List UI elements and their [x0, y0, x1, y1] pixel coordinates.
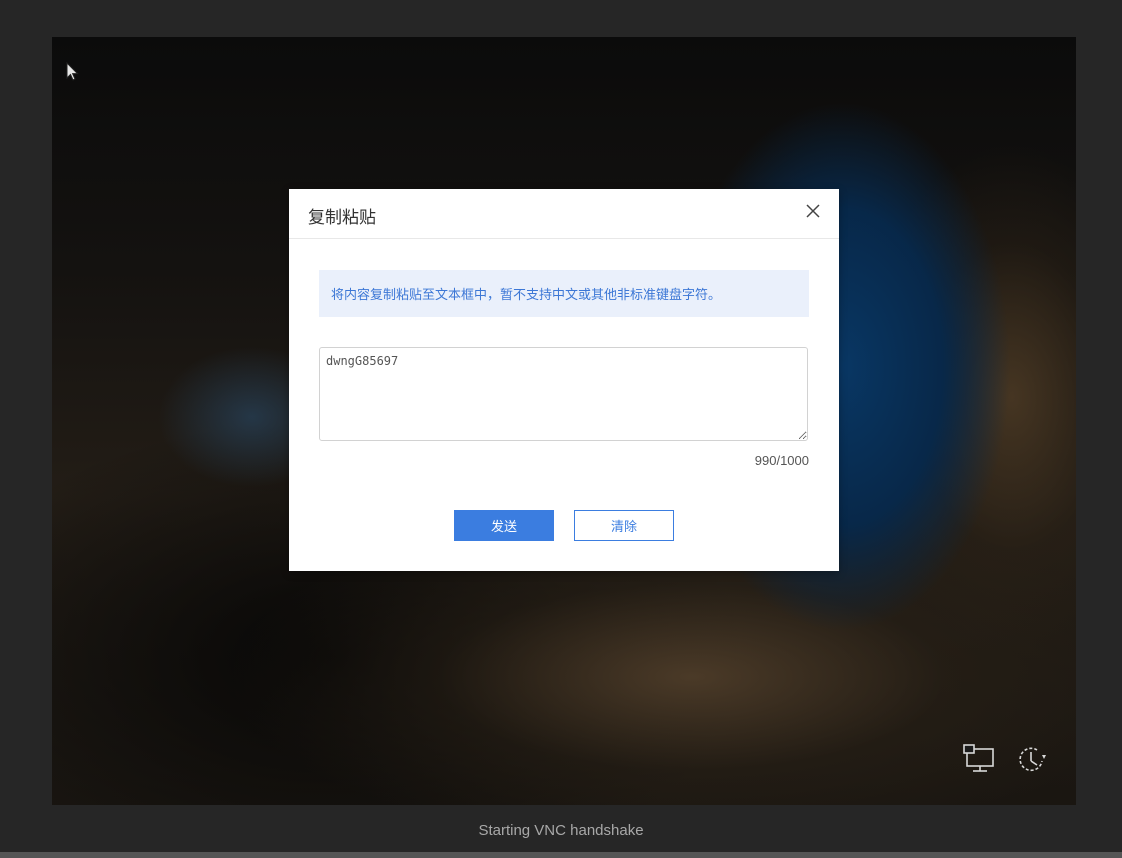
monitor-network-icon[interactable] — [961, 743, 997, 773]
mouse-pointer-icon — [66, 62, 79, 81]
info-banner: 将内容复制粘贴至文本框中，暂不支持中文或其他非标准键盘字符。 — [319, 270, 809, 317]
copy-paste-dialog: 复制粘贴 将内容复制粘贴至文本框中，暂不支持中文或其他非标准键盘字符。 dwng… — [289, 189, 839, 571]
clear-button[interactable]: 清除 — [574, 510, 674, 541]
char-counter: 990/1000 — [754, 453, 809, 468]
paste-textarea[interactable]: dwngG85697 — [319, 347, 808, 441]
send-button[interactable]: 发送 — [454, 510, 554, 541]
bottom-divider — [0, 852, 1122, 858]
dialog-header: 复制粘贴 — [289, 189, 839, 239]
close-icon[interactable] — [806, 204, 820, 218]
power-reset-icon[interactable] — [1015, 743, 1049, 775]
dialog-title: 复制粘贴 — [308, 208, 376, 228]
info-text: 将内容复制粘贴至文本框中，暂不支持中文或其他非标准键盘字符。 — [331, 288, 722, 303]
vnc-status-text: Starting VNC handshake — [478, 822, 644, 839]
vnc-toolbar — [961, 743, 1049, 775]
